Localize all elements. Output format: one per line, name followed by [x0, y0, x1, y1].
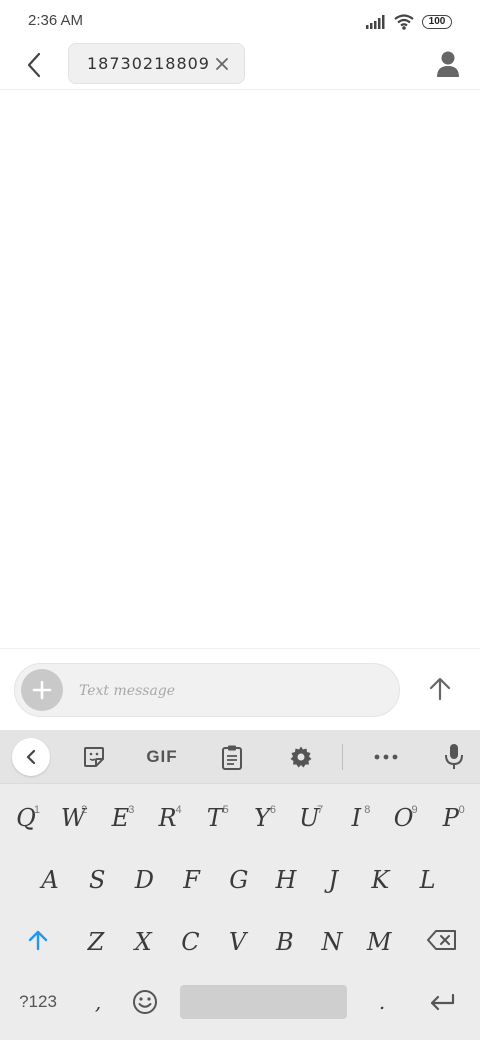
- key-m[interactable]: M: [357, 920, 401, 964]
- compose-box: [14, 663, 400, 717]
- key-w[interactable]: W2: [51, 796, 95, 840]
- space-key[interactable]: [180, 985, 347, 1019]
- key-i[interactable]: I8: [334, 796, 378, 840]
- sticker-icon: [84, 747, 104, 767]
- contact-person-icon: [437, 51, 459, 77]
- keyboard-toolbar: GIF: [0, 730, 480, 784]
- back-button[interactable]: [20, 50, 48, 80]
- symbols-key[interactable]: ?123: [6, 982, 70, 1022]
- period-key[interactable]: .: [364, 982, 400, 1022]
- key-y[interactable]: Y6: [240, 796, 284, 840]
- key-e[interactable]: E3: [98, 796, 142, 840]
- recipient-number: 18730218809: [87, 54, 210, 73]
- key-u[interactable]: U7: [287, 796, 331, 840]
- key-g[interactable]: G: [217, 858, 261, 902]
- key-number-hint: 5: [222, 804, 229, 816]
- key-j[interactable]: J: [311, 858, 355, 902]
- wifi-icon: [394, 14, 414, 30]
- shift-arrow-icon: [28, 930, 48, 951]
- key-x[interactable]: X: [121, 920, 165, 964]
- key-b[interactable]: B: [263, 920, 307, 964]
- key-c[interactable]: C: [168, 920, 212, 964]
- battery-icon: 100: [422, 15, 452, 29]
- comma-key[interactable]: ,: [80, 982, 116, 1022]
- key-l[interactable]: L: [406, 858, 450, 902]
- key-label: T: [206, 804, 223, 832]
- emoji-key[interactable]: [124, 982, 166, 1022]
- key-label: I: [351, 804, 362, 832]
- send-arrow-icon: [429, 677, 451, 701]
- gif-button[interactable]: GIF: [140, 738, 184, 776]
- status-time: 2:36 AM: [28, 12, 84, 29]
- key-label: R: [158, 804, 177, 832]
- backspace-icon: [427, 930, 456, 950]
- key-f[interactable]: F: [170, 858, 214, 902]
- emoji-icon: [133, 990, 157, 1014]
- composer-bar: [0, 648, 480, 730]
- key-h[interactable]: H: [264, 858, 308, 902]
- enter-arrow-icon: [430, 993, 455, 1011]
- key-v[interactable]: V: [216, 920, 260, 964]
- key-number-hint: 0: [458, 804, 465, 816]
- key-r[interactable]: R4: [146, 796, 190, 840]
- key-s[interactable]: S: [75, 858, 119, 902]
- attach-button[interactable]: [21, 669, 63, 711]
- key-number-hint: 7: [317, 804, 324, 816]
- gear-icon: [290, 746, 312, 768]
- enter-key[interactable]: [418, 982, 466, 1022]
- clipboard-button[interactable]: [212, 738, 252, 776]
- key-z[interactable]: Z: [74, 920, 118, 964]
- contact-button[interactable]: [436, 50, 464, 80]
- key-d[interactable]: D: [122, 858, 166, 902]
- key-number-hint: 8: [364, 804, 371, 816]
- key-number-hint: 1: [33, 804, 40, 816]
- conversation-header: 18730218809: [0, 42, 480, 90]
- key-t[interactable]: T5: [193, 796, 237, 840]
- sticker-button[interactable]: [74, 738, 114, 776]
- signal-icon: [366, 15, 385, 29]
- key-n[interactable]: N: [310, 920, 354, 964]
- key-label: P: [442, 804, 459, 832]
- key-label: E: [111, 804, 130, 832]
- backspace-key[interactable]: [418, 920, 466, 960]
- key-label: Y: [254, 804, 270, 832]
- message-thread[interactable]: [0, 91, 480, 648]
- key-number-hint: 2: [81, 804, 88, 816]
- key-q[interactable]: Q1: [4, 796, 48, 840]
- send-button[interactable]: [424, 671, 456, 707]
- key-number-hint: 4: [175, 804, 182, 816]
- key-p[interactable]: P0: [429, 796, 473, 840]
- back-arrow-icon: [27, 52, 41, 78]
- close-icon[interactable]: [214, 56, 230, 72]
- chevron-left-icon: [26, 749, 36, 765]
- more-button[interactable]: [366, 738, 406, 776]
- recipient-chip[interactable]: 18730218809: [68, 43, 245, 84]
- key-o[interactable]: O9: [382, 796, 426, 840]
- toolbar-divider: [342, 744, 343, 770]
- battery-level: 100: [428, 16, 446, 27]
- more-dots-icon: [374, 754, 398, 760]
- gif-label: GIF: [146, 747, 178, 766]
- shift-key[interactable]: [14, 920, 62, 960]
- key-number-hint: 3: [128, 804, 135, 816]
- key-number-hint: 6: [269, 804, 276, 816]
- status-bar: 2:36 AM 100: [0, 0, 480, 42]
- collapse-toolbar-button[interactable]: [12, 738, 50, 776]
- message-input[interactable]: [79, 672, 379, 710]
- key-k[interactable]: K: [358, 858, 402, 902]
- clipboard-icon: [222, 745, 242, 770]
- voice-input-button[interactable]: [436, 738, 472, 776]
- microphone-icon: [445, 744, 463, 769]
- keyboard: G I F Q 1 W 2 E 3 R 4 T 5 Y 6 U 7 I 8 O 9 …: [0, 730, 480, 1040]
- key-a[interactable]: A: [28, 858, 72, 902]
- settings-button[interactable]: [281, 738, 321, 776]
- status-icons: 100: [366, 12, 452, 32]
- key-number-hint: 9: [411, 804, 418, 816]
- plus-icon: [32, 680, 52, 700]
